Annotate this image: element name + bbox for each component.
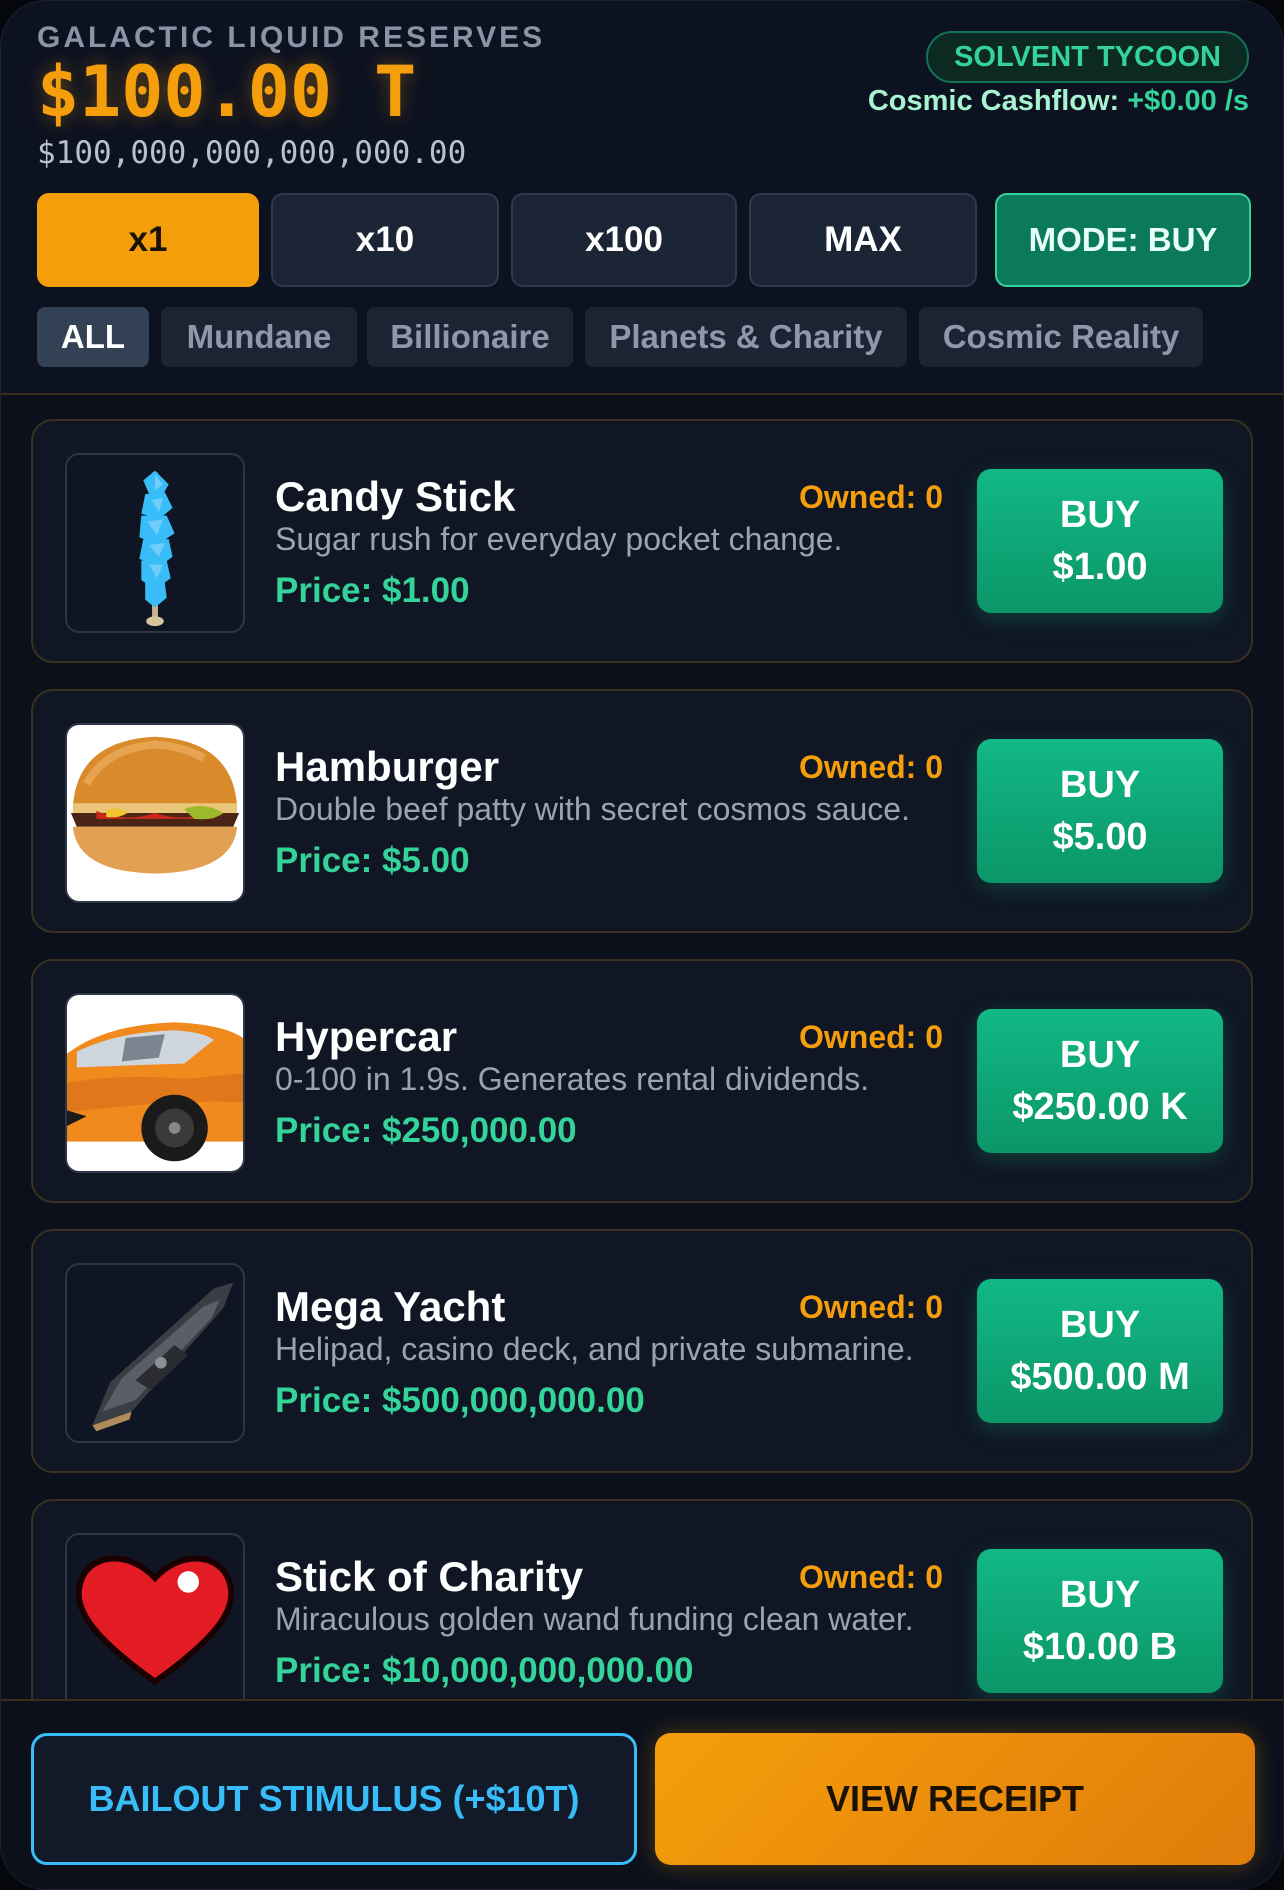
multiplier-x1-button[interactable]: x1	[37, 193, 259, 287]
owned-count: Owned: 0	[799, 1289, 944, 1325]
item-name: Stick of Charity	[275, 1553, 584, 1600]
buy-label: BUY	[1059, 494, 1141, 536]
item-price: Price: $1.00	[275, 571, 470, 610]
item-name: Mega Yacht	[275, 1283, 506, 1330]
buy-price: $500.00 M	[1010, 1356, 1190, 1398]
balance-full: $100,000,000,000,000.00	[37, 135, 467, 171]
tab-billionaire[interactable]: Billionaire	[367, 307, 573, 367]
item-name: Candy Stick	[275, 473, 516, 520]
buy-label: BUY	[1059, 1304, 1141, 1346]
header: GALACTIC LIQUID RESERVES $100.00 T $100,…	[1, 1, 1283, 395]
cashflow-readout: Cosmic Cashflow: +$0.00 /s	[868, 85, 1249, 118]
item-list[interactable]: Candy Stick Owned: 0 Sugar rush for ever…	[1, 395, 1283, 1699]
rock-candy-icon	[65, 453, 245, 633]
heart-icon	[65, 1533, 245, 1699]
tab-cosmic-reality[interactable]: Cosmic Reality	[919, 307, 1203, 367]
buy-price: $5.00	[1052, 816, 1148, 858]
buy-price: $1.00	[1052, 546, 1148, 588]
footer-bar: BAILOUT STIMULUS (+$10T) VIEW RECEIPT	[1, 1699, 1283, 1889]
tab-mundane[interactable]: Mundane	[161, 307, 357, 367]
multiplier-bar: x1 x10 x100 MAX MODE: BUY	[37, 193, 1251, 289]
item-description: Helipad, casino deck, and private submar…	[275, 1331, 914, 1367]
rank-badge: SOLVENT TYCOON	[926, 31, 1249, 83]
cashflow-label: Cosmic Cashflow:	[867, 85, 1120, 117]
owned-count: Owned: 0	[799, 749, 944, 785]
item-description: Double beef patty with secret cosmos sau…	[275, 791, 910, 827]
balance-display: $100.00 T	[37, 51, 417, 133]
multiplier-x10-button[interactable]: x10	[271, 193, 499, 287]
item-card-candy-stick: Candy Stick Owned: 0 Sugar rush for ever…	[31, 419, 1253, 663]
item-price: Price: $10,000,000,000.00	[275, 1651, 694, 1690]
hamburger-icon	[65, 723, 245, 903]
item-description: Sugar rush for everyday pocket change.	[275, 521, 843, 557]
buy-candy-stick-button[interactable]: BUY $1.00	[977, 469, 1223, 613]
item-name: Hypercar	[275, 1013, 458, 1060]
multiplier-x100-button[interactable]: x100	[511, 193, 737, 287]
item-price: Price: $250,000.00	[275, 1111, 577, 1150]
yacht-icon	[65, 1263, 245, 1443]
buy-label: BUY	[1059, 1574, 1141, 1616]
tab-planets-charity[interactable]: Planets & Charity	[585, 307, 907, 367]
multiplier-max-button[interactable]: MAX	[749, 193, 977, 287]
buy-price: $250.00 K	[1012, 1086, 1188, 1128]
buy-label: BUY	[1059, 1034, 1141, 1076]
buy-stick-of-charity-button[interactable]: BUY $10.00 B	[977, 1549, 1223, 1693]
item-description: 0-100 in 1.9s. Generates rental dividend…	[275, 1061, 870, 1097]
item-name: Hamburger	[275, 743, 500, 790]
sports-car-icon	[65, 993, 245, 1173]
bailout-stimulus-button[interactable]: BAILOUT STIMULUS (+$10T)	[31, 1733, 637, 1865]
mode-toggle-button[interactable]: MODE: BUY	[995, 193, 1251, 287]
buy-hypercar-button[interactable]: BUY $250.00 K	[977, 1009, 1223, 1153]
buy-label: BUY	[1059, 764, 1141, 806]
item-description: Miraculous golden wand funding clean wat…	[275, 1601, 914, 1637]
tab-all[interactable]: ALL	[37, 307, 149, 367]
owned-count: Owned: 0	[799, 1019, 944, 1055]
app-window: GALACTIC LIQUID RESERVES $100.00 T $100,…	[0, 0, 1284, 1890]
buy-mega-yacht-button[interactable]: BUY $500.00 M	[977, 1279, 1223, 1423]
reserves-label: GALACTIC LIQUID RESERVES	[37, 21, 546, 54]
view-receipt-button[interactable]: VIEW RECEIPT	[655, 1733, 1255, 1865]
buy-price: $10.00 B	[1022, 1626, 1178, 1668]
owned-count: Owned: 0	[799, 1559, 944, 1595]
item-card-mega-yacht: Mega Yacht Owned: 0 Helipad, casino deck…	[31, 1229, 1253, 1473]
item-price: Price: $500,000,000.00	[275, 1381, 645, 1420]
owned-count: Owned: 0	[799, 479, 944, 515]
item-price: Price: $5.00	[275, 841, 470, 880]
item-card-hamburger: Hamburger Owned: 0 Double beef patty wit…	[31, 689, 1253, 933]
item-card-stick-of-charity: Stick of Charity Owned: 0 Miraculous gol…	[31, 1499, 1253, 1699]
buy-hamburger-button[interactable]: BUY $5.00	[977, 739, 1223, 883]
cashflow-rate: +$0.00 /s	[1127, 85, 1249, 117]
item-card-hypercar: Hypercar Owned: 0 0-100 in 1.9s. Generat…	[31, 959, 1253, 1203]
